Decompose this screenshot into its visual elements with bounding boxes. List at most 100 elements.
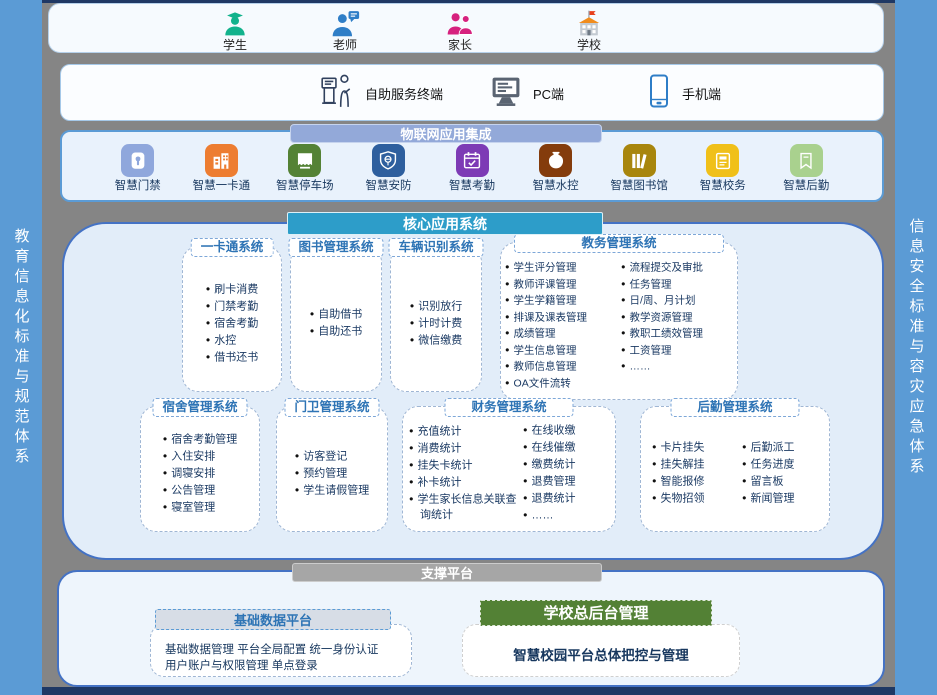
logistics-icon [790,144,823,177]
system-item-list: 访客登记预约管理学生请假管理 [295,448,370,499]
list-item: 在线催缴 [523,439,609,456]
list-item: 排课及课表管理 [505,309,617,326]
terminal-item: PC端 [489,65,564,122]
list-item: 新闻管理 [742,490,818,507]
iot-item: 智慧水控 [514,144,598,193]
iot-label: 智慧考勤 [430,180,514,193]
list-item: 卡片挂失 [652,439,728,456]
list-item: 公告管理 [163,482,238,499]
list-item: 刷卡消费 [206,281,259,298]
list-item: 宿舍考勤管理 [163,431,238,448]
list-item: 消费统计 [409,440,519,457]
system-column: 在线收缴在线催缴缴费统计退费管理退费统计…… [523,422,609,524]
phone-icon [646,73,672,114]
users-panel: 学生 老师 家长学校 [48,3,884,53]
list-item: 教师评课管理 [505,276,617,293]
iot-item: 智慧考勤 [430,144,514,193]
list-item: 留言板 [742,473,818,490]
onecard-icon [205,144,238,177]
system-column: 自助借书自助还书 [310,306,363,340]
right-sidebar: 信息安全标准与容灾应急体系 [895,0,937,695]
iot-label: 智慧安防 [347,180,431,193]
list-item: 学生评分管理 [505,259,617,276]
system-item-list: 卡片挂失挂失解挂智能报修失物招领 [652,439,728,507]
left-sidebar: 教育信息化标准与规范体系 [0,0,42,695]
list-item: 工资管理 [621,342,733,359]
terminal-item: 手机端 [646,65,721,122]
system-item-list: 充值统计消费统计挂失卡统计补卡统计学生家长信息关联查询统计 [409,423,519,524]
iot-item: 智慧一卡通 [180,144,264,193]
list-item: 宿舍考勤 [206,315,259,332]
system-item-list: 流程提交及审批任务管理日/周、月计划教学资源管理教职工绩效管理工资管理…… [621,259,733,375]
system-column: 后勤派工任务进度留言板新闻管理 [742,439,818,507]
system-box-gatekeeper: 门卫管理系统 访客登记预约管理学生请假管理 [276,406,388,532]
list-item: 任务进度 [742,456,818,473]
user-label: 老师 [315,38,375,52]
system-title: 后勤管理系统 [670,398,799,417]
system-item-list: 刷卡消费门禁考勤宿舍考勤水控借书还书 [206,281,259,366]
list-item: 流程提交及审批 [621,259,733,276]
list-item: 门禁考勤 [206,298,259,315]
water-icon [539,144,572,177]
system-title: 门卫管理系统 [284,398,379,417]
student-icon [205,8,265,38]
list-item: 预约管理 [295,465,370,482]
list-item: 失物招领 [652,490,728,507]
parents-icon [430,8,490,38]
list-item: 学生家长信息关联查询统计 [409,491,519,524]
left-sidebar-label: 教育信息化标准与规范体系 [11,228,32,468]
iot-label: 智慧一卡通 [180,180,264,193]
list-item: 后勤派工 [742,439,818,456]
top-divider [42,0,895,3]
list-item: 退费统计 [523,490,609,507]
iot-item: 智慧停车场 [263,144,347,193]
iot-item: 智慧后勤 [765,144,849,193]
system-item-list: 识别放行计时计费微信缴费 [410,298,463,349]
user-label: 学生 [205,38,265,52]
user-item: 家长 [430,8,490,52]
core-systems-panel: 核心应用系统 一卡通系统 刷卡消费门禁考勤宿舍考勤水控借书还书 图书管理系统 自… [62,222,884,560]
list-item: 缴费统计 [523,456,609,473]
support-platform-panel: 支撑平台 基础数据平台 基础数据管理 平台全局配置 统一身份认证 用户账户与权限… [57,570,885,687]
terminals-panel: 自助服务终端 PC端 手机端 [60,64,884,121]
teacher-icon [315,8,375,38]
list-item: 计时计费 [410,315,463,332]
system-item-list: 在线收缴在线催缴缴费统计退费管理退费统计…… [523,422,609,524]
list-item: 水控 [206,332,259,349]
system-column: 刷卡消费门禁考勤宿舍考勤水控借书还书 [206,281,259,366]
list-item: 教职工绩效管理 [621,325,733,342]
system-column: 访客登记预约管理学生请假管理 [295,448,370,499]
system-column: 卡片挂失挂失解挂智能报修失物招领 [652,439,728,507]
iot-label: 智慧停车场 [263,180,347,193]
user-item: 老师 [315,8,375,52]
iot-item: 智慧安防 [347,144,431,193]
system-box-vehicle: 车辆识别系统 识别放行计时计费微信缴费 [390,246,482,392]
list-item: 寝室管理 [163,499,238,516]
list-item: OA文件流转 [505,375,617,392]
list-item: 访客登记 [295,448,370,465]
system-title: 车辆识别系统 [388,238,483,257]
list-item: 教师信息管理 [505,358,617,375]
system-box-library: 图书管理系统 自助借书自助还书 [290,246,382,392]
terminal-label: 自助服务终端 [365,84,443,103]
system-title: 宿舍管理系统 [152,398,247,417]
list-item: 充值统计 [409,423,519,440]
user-label: 学校 [559,38,619,52]
list-item: 成绩管理 [505,325,617,342]
system-title: 教务管理系统 [514,234,724,253]
iot-banner: 物联网应用集成 [290,124,602,143]
list-item: 智能报修 [652,473,728,490]
list-item: 自助借书 [310,306,363,323]
system-box-finance: 财务管理系统 充值统计消费统计挂失卡统计补卡统计学生家长信息关联查询统计在线收缴… [402,406,616,532]
list-item: …… [621,358,733,375]
terminal-label: PC端 [533,84,564,103]
school-admin-banner: 学校总后台管理 [480,600,712,626]
list-item: 调寝安排 [163,465,238,482]
school-admin-line: 智慧校园平台总体把控与管理 [513,638,689,664]
list-item: 挂失解挂 [652,456,728,473]
list-item: 学生信息管理 [505,342,617,359]
system-box-onecard: 一卡通系统 刷卡消费门禁考勤宿舍考勤水控借书还书 [182,246,282,392]
list-item: 识别放行 [410,298,463,315]
pc-icon [489,75,523,112]
system-title: 一卡通系统 [191,238,274,257]
